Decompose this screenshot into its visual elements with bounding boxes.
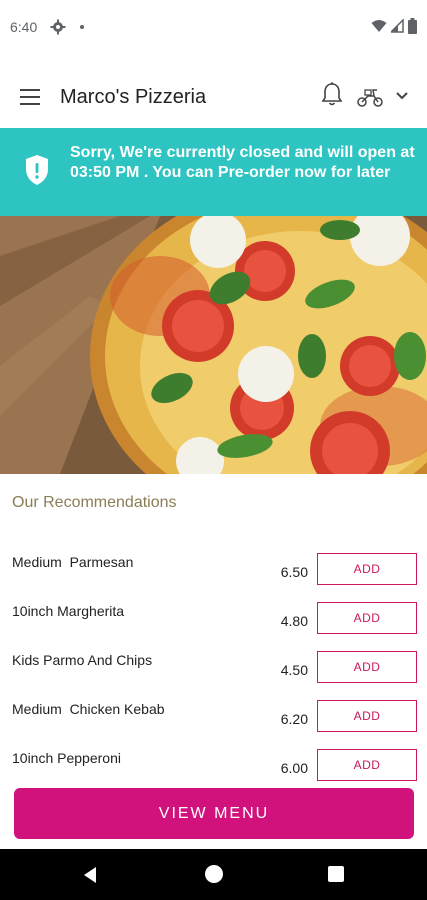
home-icon[interactable]	[205, 865, 223, 883]
item-name: Medium Parmesan	[12, 554, 134, 570]
view-menu-button[interactable]: VIEW MENU	[14, 788, 414, 839]
add-button[interactable]: ADD	[317, 700, 417, 732]
recent-apps-icon[interactable]	[328, 866, 344, 882]
hamburger-menu-icon[interactable]	[20, 89, 40, 105]
item-name: 10inch Pepperoni	[12, 750, 121, 766]
pizza-hero-image	[0, 216, 427, 474]
battery-icon	[408, 18, 417, 34]
item-price: 6.50	[280, 564, 308, 580]
item-price: 4.50	[280, 662, 308, 678]
settings-gear-icon	[50, 19, 66, 35]
closed-notice-banner: Sorry, We're currently closed and will o…	[0, 128, 427, 216]
list-item: Medium Chicken Kebab 6.20 ADD	[0, 697, 427, 737]
chevron-down-icon[interactable]	[394, 88, 410, 104]
status-time: 6:40	[10, 19, 38, 35]
status-indicators	[371, 18, 417, 34]
back-icon[interactable]	[80, 865, 100, 885]
cell-signal-icon	[391, 19, 404, 33]
item-name: Kids Parmo And Chips	[12, 652, 153, 668]
notification-bell-icon[interactable]	[320, 82, 344, 108]
list-item: 10inch Pepperoni 6.00 ADD	[0, 746, 427, 786]
item-name: 10inch Margherita	[12, 603, 125, 619]
recommendations-heading: Our Recommendations	[12, 494, 177, 511]
list-item: 10inch Margherita 4.80 ADD	[0, 599, 427, 639]
system-nav-bar	[0, 849, 427, 900]
add-button[interactable]: ADD	[317, 651, 417, 683]
delivery-scooter-icon[interactable]	[356, 86, 384, 108]
page-title: Marco's Pizzeria	[60, 86, 207, 108]
item-price: 4.80	[280, 613, 308, 629]
item-price: 6.20	[280, 711, 308, 727]
status-bar: 6:40	[0, 0, 427, 56]
list-item: Medium Parmesan 6.50 ADD	[0, 550, 427, 590]
app-bar: Marco's Pizzeria	[0, 72, 427, 122]
wifi-icon	[371, 20, 387, 32]
add-button[interactable]: ADD	[317, 553, 417, 585]
shield-alert-icon	[26, 155, 48, 185]
list-item: Kids Parmo And Chips 4.50 ADD	[0, 648, 427, 688]
add-button[interactable]: ADD	[317, 749, 417, 781]
item-price: 6.00	[280, 760, 308, 776]
notification-dot-icon	[80, 25, 84, 29]
add-button[interactable]: ADD	[317, 602, 417, 634]
item-name: Medium Chicken Kebab	[12, 701, 165, 717]
closed-notice-text: Sorry, We're currently closed and will o…	[70, 144, 415, 181]
